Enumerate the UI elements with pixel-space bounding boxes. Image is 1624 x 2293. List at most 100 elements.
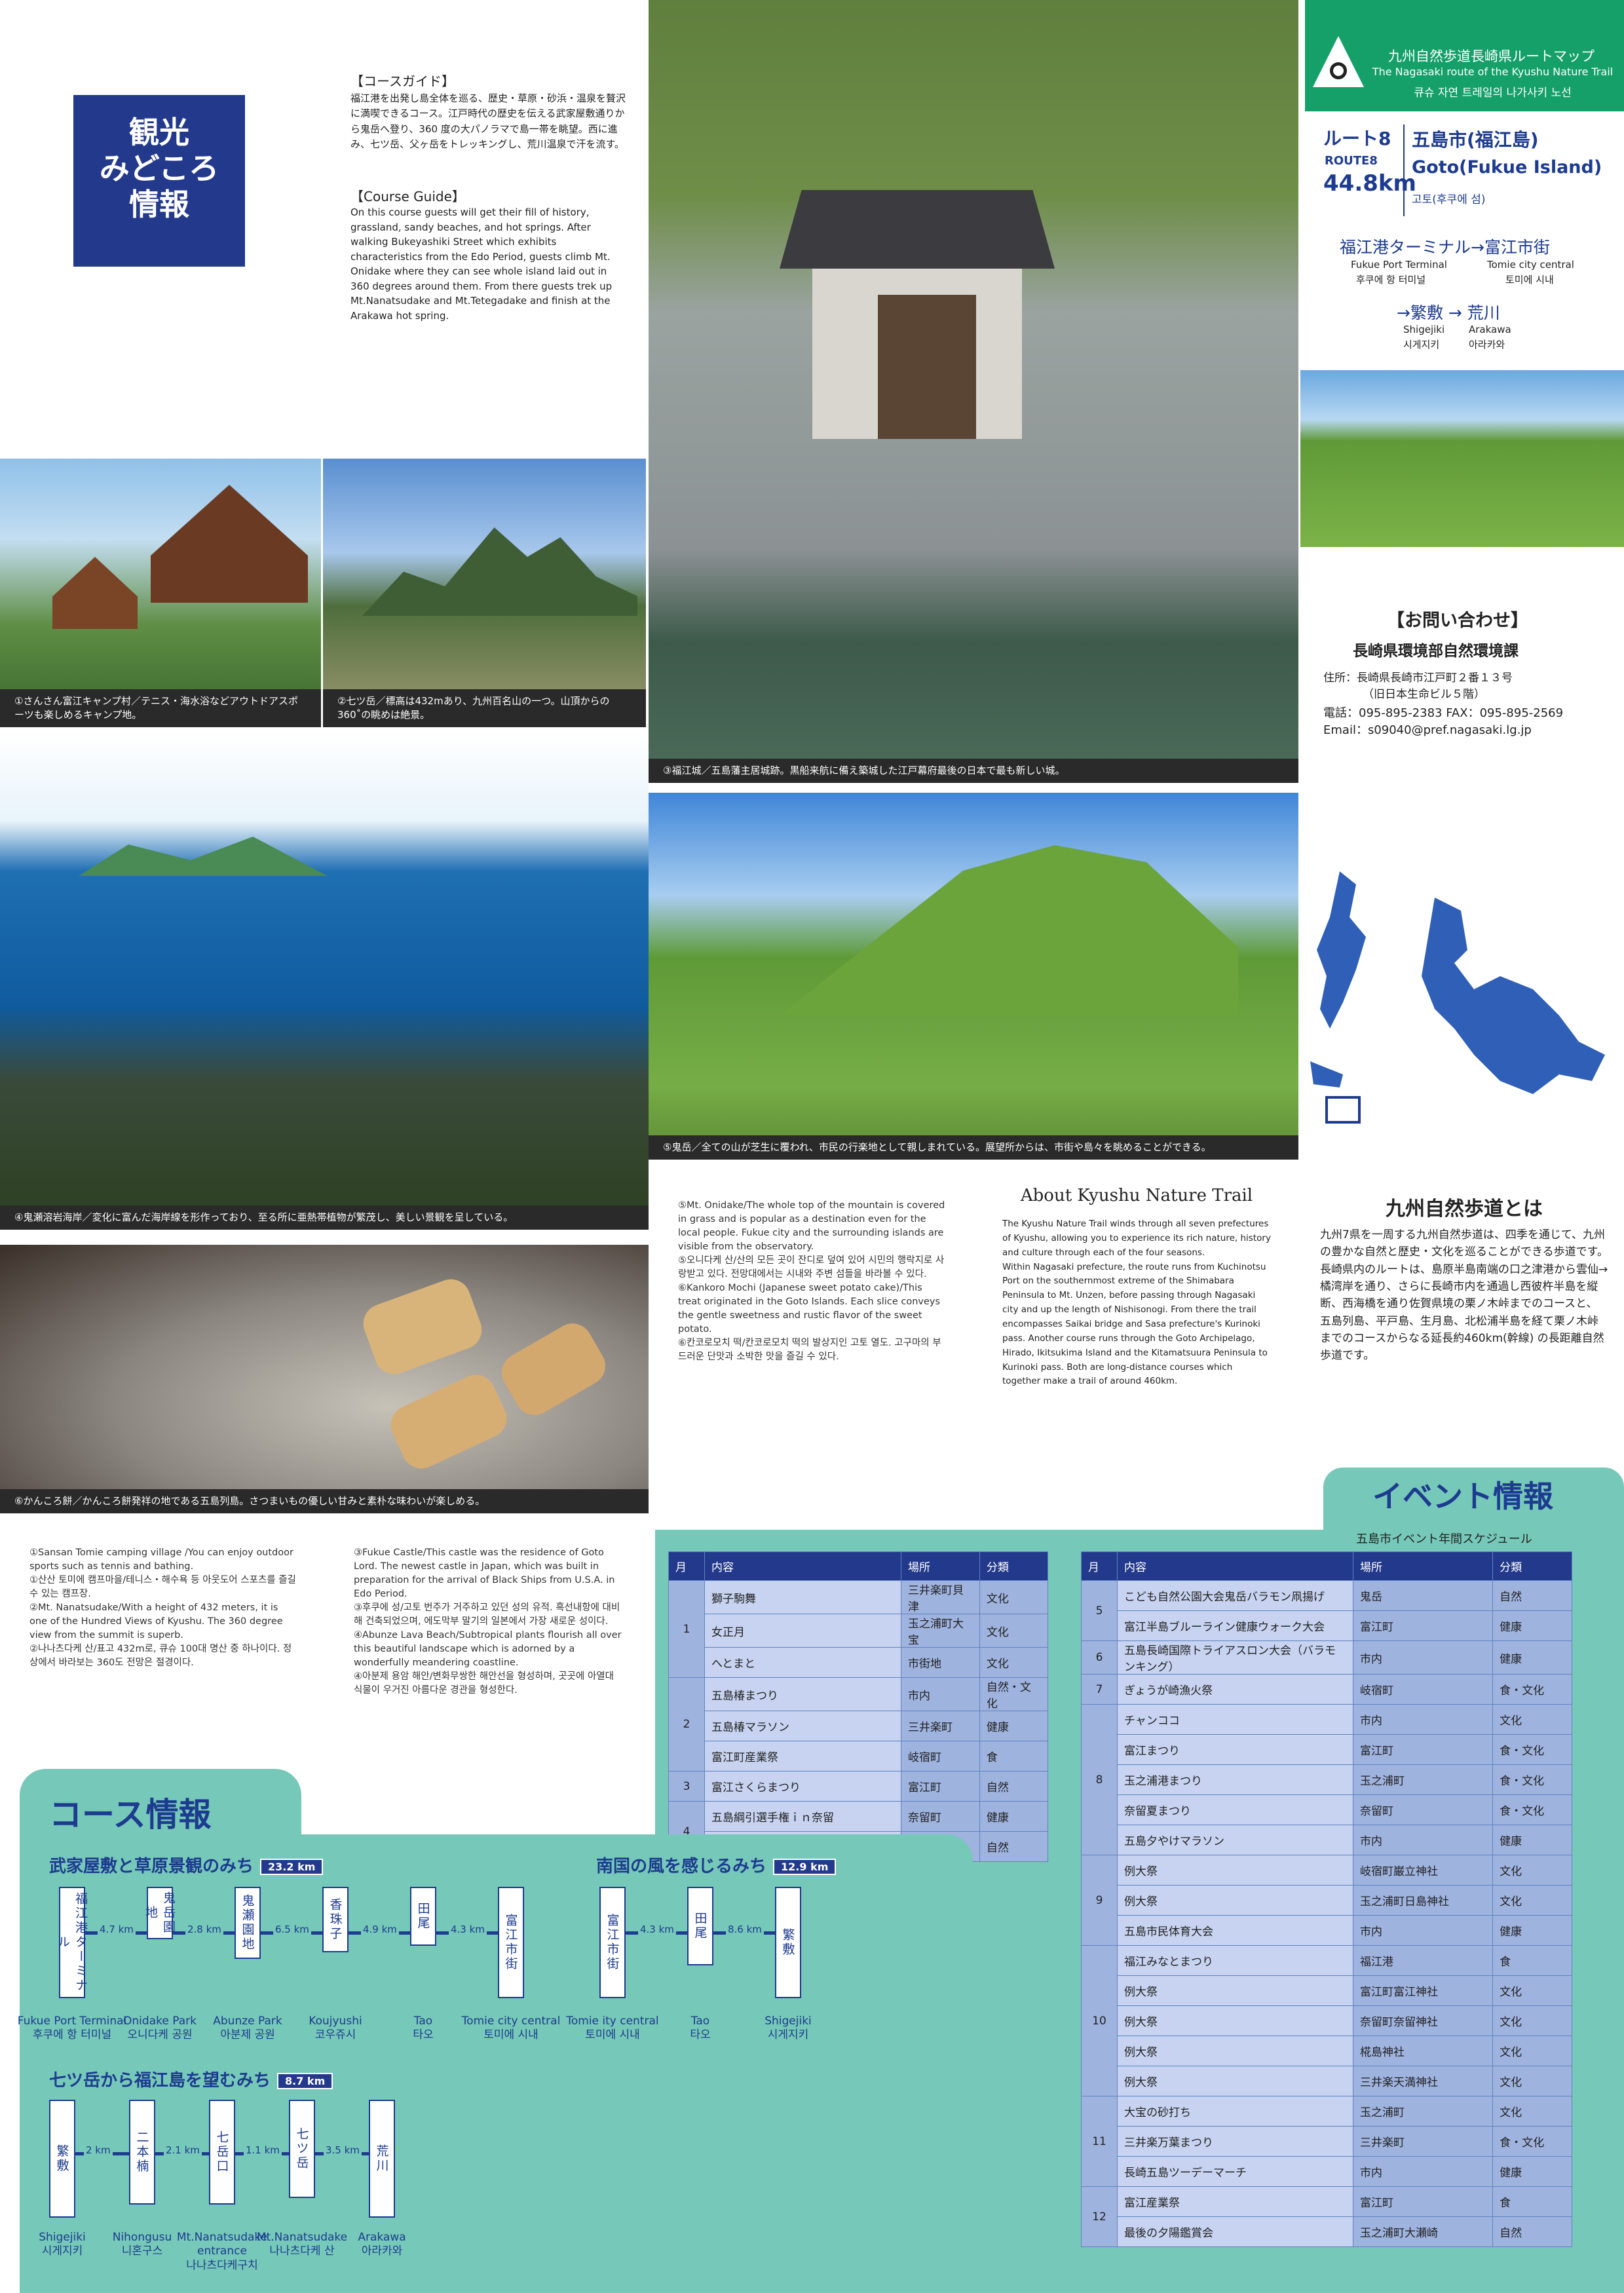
notes-right: ③Fukue Castle/This castle was the reside… — [354, 1547, 622, 1696]
route3-diagram: 繁敷 Shigejiki 시게지키 二本楠 Nihongusu 니혼구스 七岳口 Mt.N… — [39, 2100, 429, 2290]
route2-title: 南国の風を感じるみち 12.9 km — [596, 1853, 837, 1877]
event-place: 岐宿町 — [901, 1741, 980, 1772]
contact-mail: Email：s09040@pref.nagasaki.lg.jp — [1323, 723, 1532, 737]
event-content: 三井楽万葉まつり — [1117, 2126, 1353, 2157]
event-header-cell: 場所 — [901, 1551, 980, 1581]
event-month: 6 — [1081, 1640, 1118, 1675]
event-row: 例大祭 奈留町奈留神社 文化 — [1082, 2005, 1572, 2036]
event-place: 岐宿町 — [1352, 1674, 1494, 1705]
event-content: 福江みなとまつり — [1117, 1945, 1353, 1976]
event-content: 例大祭 — [1117, 2066, 1353, 2096]
notes-left: ①Sansan Tomie camping village /You can e… — [29, 1547, 296, 1669]
event-content: 五島長崎国際トライアスロン大会（バラモンキング） — [1117, 1640, 1353, 1675]
caption-3: ③福江城／五島藩主居城跡。黒船来航に備え築城した江戸幕府最後の日本で最も新しい城… — [649, 759, 1298, 783]
route-place-en: Goto(Fukue Island) — [1412, 157, 1602, 178]
contact-title: 【お問い合わせ】 — [1387, 611, 1528, 631]
event-row: 8 チャンココ 市内 文化 — [1081, 1704, 1572, 1855]
event-row: 7 ぎょうが崎漁火祭 岐宿町 食・文化 — [1081, 1674, 1572, 1705]
event-row: 2 五島椿まつり 市内 自然・文化 — [668, 1677, 1049, 1772]
route-section-1: 福江港ターミナル→富江市街 — [1340, 238, 1550, 257]
route-stop: 繁敷 — [775, 1887, 801, 1998]
stop-shigejiki-kr: 시게지키 — [1403, 339, 1440, 351]
event-category: 健康 — [979, 1801, 1049, 1832]
event-place: 市内 — [1352, 1640, 1494, 1675]
caption-2: ②七ツ岳／標高は432mあり、九州百名山の一つ。山頂からの360˚の眺めは絶景。 — [323, 689, 646, 727]
route1-title: 武家屋敷と草原景観のみち 23.2 km — [49, 1853, 324, 1877]
guide-jp-text: 福江港を出発し島全体を巡る、歴史・草原・砂浜・温泉を贅沢に満喫できるコース。江戸… — [350, 92, 626, 150]
event-month: 12 — [1081, 2186, 1118, 2247]
event-place: 鬼岳 — [1352, 1580, 1494, 1611]
about-text: The Kyushu Nature Trail winds through al… — [1002, 1219, 1271, 1387]
route-stop: 二本楠 — [129, 2100, 155, 2205]
event-header-cell: 内容 — [1117, 1551, 1353, 1581]
event-content: 女正月 — [704, 1614, 901, 1648]
event-row: 五島市民体育大会 市内 健康 — [1082, 1915, 1572, 1946]
section-heading-box: 観光 みどころ 情報 — [73, 95, 245, 267]
route-distance: 8.6 km — [726, 1923, 764, 1935]
route3-name: 七ツ岳から福江島を望むみち — [49, 2071, 271, 2091]
route-stop: 香珠子 — [322, 1887, 349, 1952]
stop-arakawa-en: Arakawa — [1469, 324, 1511, 335]
event-place: 玉之浦町大宝 — [901, 1614, 980, 1648]
photo-kankoro-mochi: ⑥かんころ餅／かんころ餅発祥の地である五島列島。さつまいもの優しい甘みと素朴な味… — [0, 1245, 649, 1513]
kyushu-text: 九州7県を一周する九州自然歩道は、四季を通じて、九州の豊かな自然と歴史・文化を巡… — [1320, 1228, 1608, 1363]
snail-logo-icon — [1313, 36, 1364, 87]
stop-tomie-en: Tomie city central — [1487, 259, 1574, 271]
event-category: 文化 — [1492, 1885, 1572, 1916]
event-row: 12 富江産業祭 富江町食 — [1081, 2186, 1572, 2247]
event-month: 2 — [668, 1677, 705, 1772]
route-length: 44.8km — [1323, 170, 1416, 197]
event-place: 市内 — [1352, 1825, 1494, 1855]
event-category: 食・文化 — [1492, 1734, 1572, 1765]
event-content: 例大祭 — [1117, 1855, 1353, 1886]
contact: 【お問い合わせ】 長崎県環境部自然環境課 住所：長崎県長崎市江戸町２番１３号 （… — [1323, 606, 1618, 738]
course-title: コース情報 — [49, 1796, 212, 1834]
event-place: 市内 — [1352, 1704, 1494, 1735]
event-month: 7 — [1081, 1674, 1118, 1705]
event-content: 最後の夕陽鑑賞会 — [1117, 2216, 1353, 2247]
event-category: 食・文化 — [1492, 1764, 1572, 1795]
route-place-kr: 고토(후쿠에 섬) — [1412, 193, 1486, 206]
route-section-2: →繁敷 → 荒川 — [1397, 303, 1500, 322]
event-content: 長崎五島ツーデーマーチ — [1117, 2156, 1353, 2187]
event-category: 健康 — [979, 1711, 1049, 1741]
event-header-cell: 月 — [668, 1551, 705, 1581]
event-category: 食 — [1492, 1945, 1572, 1976]
event-place: 玉之浦町 — [1352, 1764, 1494, 1795]
event-category: 文化 — [1492, 1975, 1572, 2006]
route-distance: 4.3 km — [449, 1923, 487, 1935]
contact-tel: 電話：095-895-2383 FAX：095-895-2569 — [1323, 706, 1564, 720]
stop-arakawa-kr: 아라카와 — [1469, 339, 1505, 351]
route1-diagram: 福江港ターミナル Fukue Port Terminal 후쿠에 항 터미널 鬼岳園… — [18, 1887, 560, 2057]
event-category: 文化 — [1492, 1855, 1572, 1886]
event-category: 自然 — [979, 1771, 1049, 1802]
photo-mt-onidake: ⑤鬼岳／全ての山が芝生に覆われ、市民の行楽地として親しまれている。展望所からは、… — [649, 793, 1298, 1160]
guide-en-title: 【Course Guide】 — [350, 189, 465, 204]
event-row: 1 獅子駒舞 三井楽町貝津 文化 — [668, 1580, 1049, 1678]
event-category: 健康 — [1492, 1610, 1572, 1641]
about-section: About Kyushu Nature Trail The Kyushu Nat… — [1002, 1186, 1271, 1389]
header-jp: 九州自然歩道長崎県ルートマップ — [1388, 48, 1595, 64]
event-content: 例大祭 — [1117, 2036, 1353, 2066]
guide-en-text: On this course guests will get their fil… — [350, 206, 613, 322]
route-distance: 3.5 km — [324, 2144, 362, 2156]
event-month: 10 — [1081, 1945, 1118, 2096]
event-row: 富江半島ブルーライン健康ウォーク大会 富江町 健康 — [1082, 1610, 1572, 1641]
event-header-cell: 分類 — [979, 1551, 1049, 1581]
event-month: 8 — [1081, 1704, 1118, 1855]
event-place: 岐宿町巌立神社 — [1352, 1855, 1494, 1886]
route-distance: 4.9 km — [361, 1923, 399, 1935]
event-row: 6 五島長崎国際トライアスロン大会（バラモンキング） 市内 健康 — [1081, 1640, 1572, 1675]
event-content: チャンココ — [1117, 1704, 1353, 1735]
route-place: 五島市(福江島) — [1412, 129, 1539, 151]
event-category: 文化 — [979, 1647, 1049, 1678]
event-place: 富江町 — [1352, 2186, 1494, 2217]
event-place: 三井楽町 — [1352, 2126, 1494, 2157]
event-category: 健康 — [1492, 1915, 1572, 1946]
event-row: 長崎五島ツーデーマーチ 市内 健康 — [1082, 2156, 1572, 2187]
event-row: 富江町産業祭 岐宿町食 — [669, 1741, 1049, 1772]
event-row: 例大祭 富江町富江神社 文化 — [1082, 1975, 1572, 2006]
event-content: 五島市民体育大会 — [1117, 1915, 1353, 1946]
event-content: 例大祭 — [1117, 2005, 1353, 2036]
event-content: 例大祭 — [1117, 1885, 1353, 1916]
